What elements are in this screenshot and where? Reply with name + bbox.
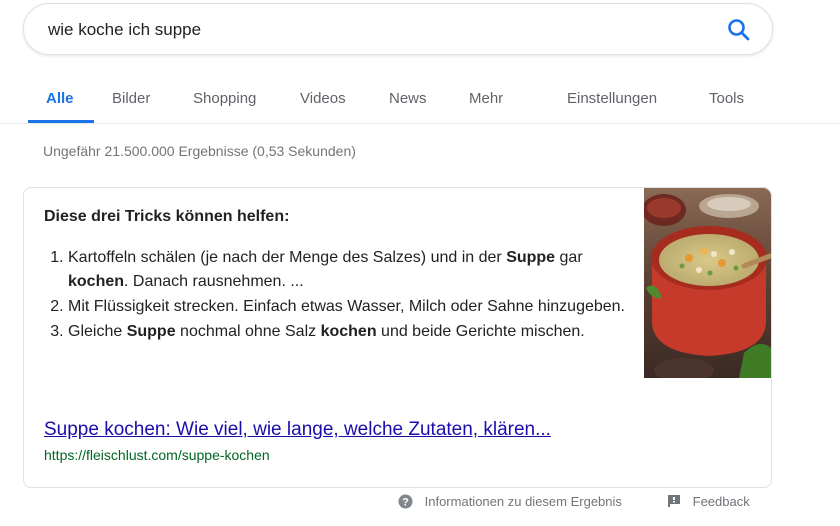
about-result-link[interactable]: ? Informationen zu diesem Ergebnis	[398, 494, 622, 509]
tab-news[interactable]: News	[389, 90, 427, 107]
list-item: Kartoffeln schälen (je nach der Menge de…	[68, 246, 628, 294]
list-item: Mit Flüssigkeit strecken. Einfach etwas …	[68, 295, 628, 319]
feedback-label: Feedback	[692, 494, 750, 509]
soup-thumbnail-image[interactable]	[644, 188, 771, 378]
tab-tools[interactable]: Tools	[709, 90, 744, 107]
tab-more[interactable]: Mehr	[469, 90, 503, 107]
tab-settings[interactable]: Einstellungen	[567, 90, 657, 107]
snippet-heading: Diese drei Tricks können helfen:	[44, 208, 290, 225]
list-item: Gleiche Suppe nochmal ohne Salz kochen u…	[68, 320, 628, 344]
feedback-flag-icon	[668, 495, 680, 507]
about-result-label: Informationen zu diesem Ergebnis	[424, 494, 622, 509]
result-url: https://fleischlust.com/suppe-kochen	[44, 447, 270, 463]
tab-shopping[interactable]: Shopping	[193, 90, 256, 107]
question-circle-icon: ?	[398, 494, 413, 509]
search-icon	[728, 19, 750, 41]
tab-videos[interactable]: Videos	[300, 90, 346, 107]
tab-images[interactable]: Bilder	[112, 90, 150, 107]
tab-all[interactable]: Alle	[46, 90, 74, 107]
tabs-divider	[0, 123, 840, 124]
search-tabs: Alle Bilder Shopping Videos News Mehr Ei…	[0, 78, 840, 124]
search-input[interactable]	[48, 18, 688, 42]
featured-snippet-card: Diese drei Tricks können helfen: Kartoff…	[23, 187, 772, 488]
result-link-title[interactable]: Suppe kochen: Wie viel, wie lange, welch…	[44, 419, 551, 441]
snippet-steps-list: Kartoffeln schälen (je nach der Menge de…	[44, 246, 628, 345]
result-stats: Ungefähr 21.500.000 Ergebnisse (0,53 Sek…	[43, 143, 356, 159]
search-button[interactable]	[726, 17, 752, 43]
feedback-link[interactable]: Feedback	[667, 494, 750, 509]
svg-text:?: ?	[402, 496, 409, 508]
search-box[interactable]	[23, 3, 773, 55]
